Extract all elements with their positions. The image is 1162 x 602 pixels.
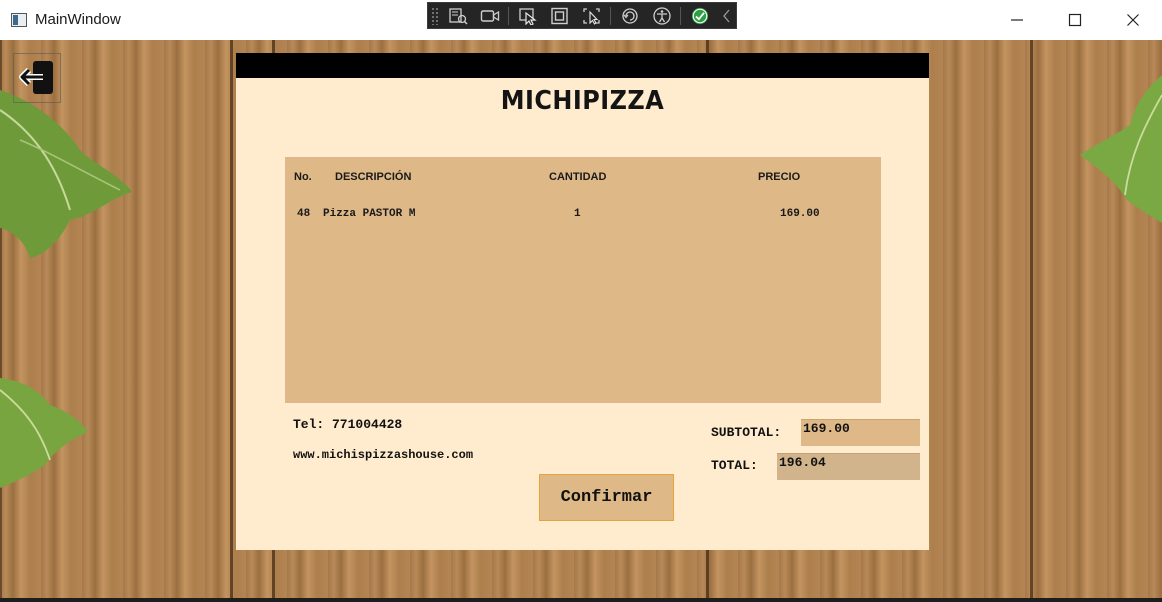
hot-reload-icon[interactable]: [617, 5, 643, 27]
brand-title: MICHIPIZZA: [500, 86, 665, 116]
total-field[interactable]: 196.04: [777, 453, 920, 480]
receipt-header-bar: [236, 53, 929, 78]
plank-seam: [230, 40, 233, 602]
website-text: www.michispizzashouse.com: [293, 448, 474, 462]
ivy-leaf-decoration: [1080, 75, 1162, 223]
collapse-chevron-icon[interactable]: [719, 5, 735, 27]
ivy-leaf-decoration: [0, 378, 88, 488]
confirm-button[interactable]: Confirmar: [539, 474, 674, 521]
plank-seam: [1030, 40, 1033, 602]
maximize-icon[interactable]: [1046, 0, 1104, 40]
binding-check-icon[interactable]: [687, 5, 713, 27]
window-title: MainWindow: [35, 11, 121, 28]
close-icon[interactable]: [1104, 0, 1162, 40]
taskbar-edge: [0, 598, 1162, 602]
accessibility-icon[interactable]: [649, 5, 675, 27]
window-controls: [988, 0, 1162, 40]
toolbar-grip[interactable]: [431, 6, 439, 25]
xaml-debug-toolbar: [427, 2, 737, 29]
live-visual-tree-icon[interactable]: [445, 5, 471, 27]
toolbar-separator: [508, 6, 509, 25]
minimize-icon[interactable]: [988, 0, 1046, 40]
column-header-quantity: CANTIDAD: [549, 171, 607, 183]
ivy-leaf-decoration: [0, 90, 132, 258]
column-header-no: No.: [294, 171, 312, 183]
receipt-panel: MICHIPIZZA No. DESCRIPCIÓN CANTIDAD PREC…: [236, 53, 929, 550]
column-header-description: DESCRIPCIÓN: [335, 171, 412, 183]
subtotal-field[interactable]: 169.00: [801, 419, 920, 446]
row-quantity: 1: [574, 208, 581, 220]
column-header-price: PRECIO: [758, 171, 801, 183]
main-window: MainWindow MICHIPIZZA No. DESCRIPCIÓN CA…: [0, 0, 1162, 602]
back-button[interactable]: [13, 53, 61, 103]
wood-background: MICHIPIZZA No. DESCRIPCIÓN CANTIDAD PREC…: [0, 40, 1162, 602]
display-layout-adorners-icon[interactable]: [547, 5, 573, 27]
app-icon: [11, 13, 27, 27]
subtotal-label: SUBTOTAL:: [711, 425, 782, 440]
row-price: 169.00: [780, 208, 820, 220]
select-element-icon[interactable]: [515, 5, 541, 27]
exit-door-icon: [19, 61, 53, 94]
order-list[interactable]: No. DESCRIPCIÓN CANTIDAD PRECIO 48 Pizza…: [285, 157, 881, 403]
row-no: 48: [297, 208, 311, 220]
preview-selection-icon[interactable]: [579, 5, 605, 27]
toolbar-separator: [680, 6, 681, 25]
total-label: TOTAL:: [711, 458, 758, 473]
toolbar-separator: [610, 6, 611, 25]
row-description: Pizza PASTOR M: [323, 208, 416, 220]
title-bar[interactable]: MainWindow: [0, 0, 1162, 40]
track-focus-camera-icon[interactable]: [477, 5, 503, 27]
phone-text: Tel: 771004428: [293, 417, 403, 432]
